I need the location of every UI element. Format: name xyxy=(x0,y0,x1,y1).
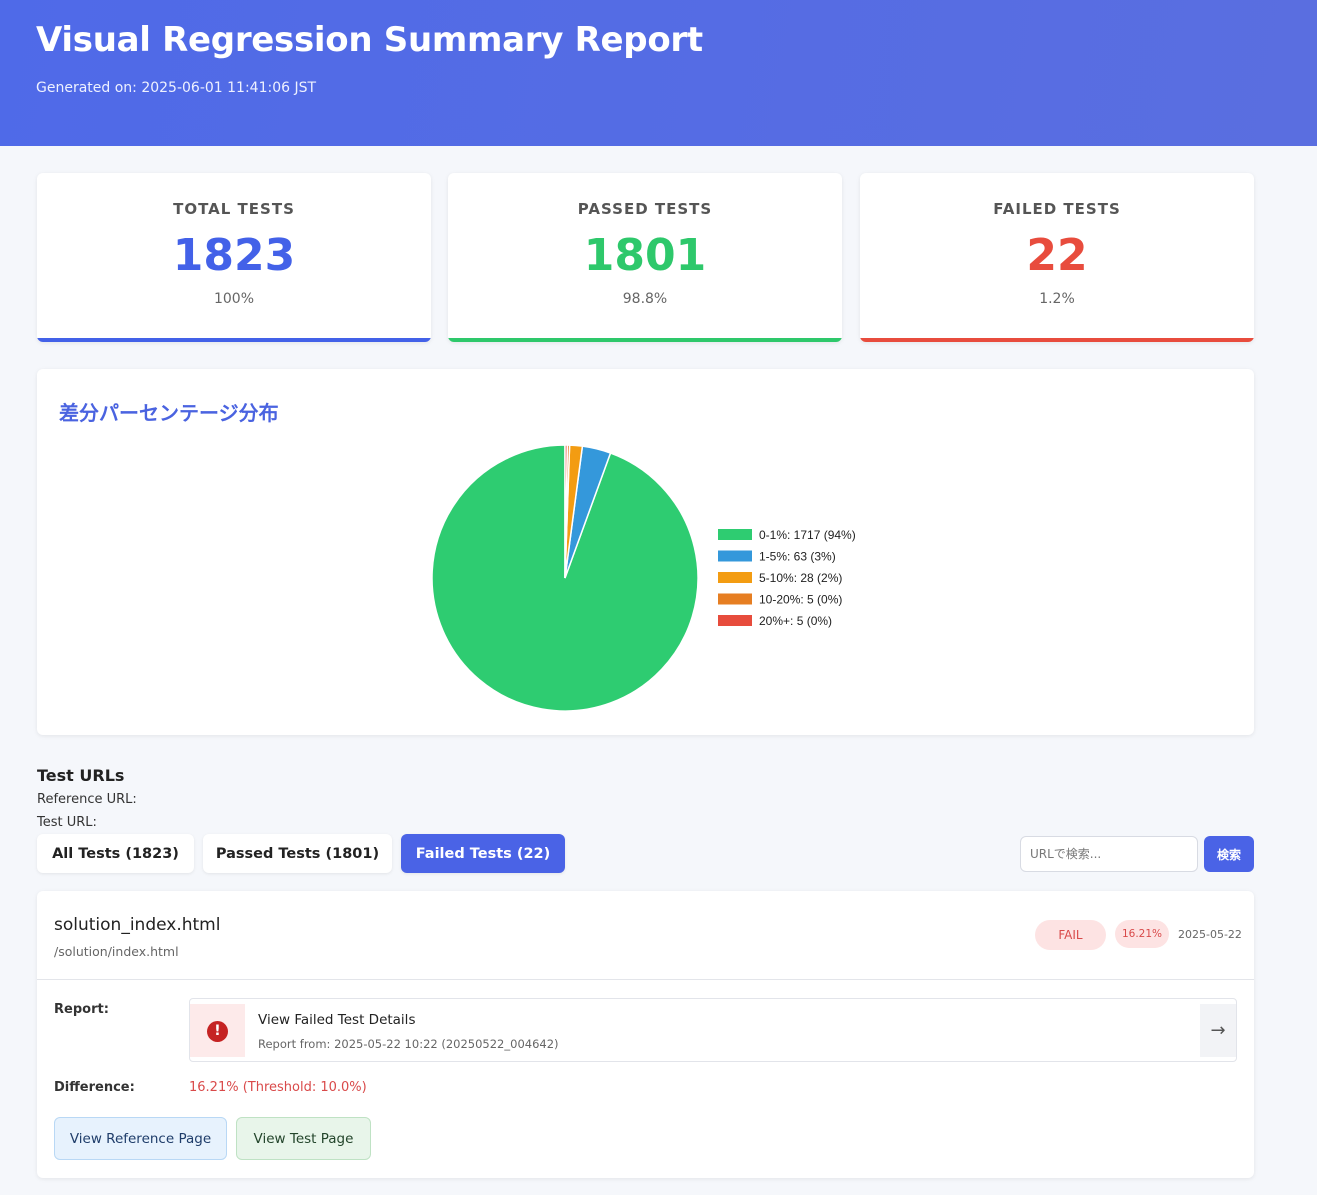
card-accent-bar xyxy=(860,338,1254,342)
legend-label: 1-5%: 63 (3%) xyxy=(759,550,836,564)
card-label: TOTAL TESTS xyxy=(173,200,295,218)
total-tests-card: TOTAL TESTS 1823 100% xyxy=(37,173,431,342)
view-reference-page-button[interactable]: View Reference Page xyxy=(54,1117,227,1160)
reference-url-label: Reference URL: xyxy=(37,792,137,807)
legend-label: 0-1%: 1717 (94%) xyxy=(759,528,856,542)
difference-value: 16.21% (Threshold: 10.0%) xyxy=(189,1080,367,1095)
legend-label: 20%+: 5 (0%) xyxy=(759,614,832,628)
search-button[interactable]: 検索 xyxy=(1204,836,1254,872)
tab-all-tests[interactable]: All Tests (1823) xyxy=(37,834,194,873)
card-accent-bar xyxy=(448,338,842,342)
status-badge: FAIL xyxy=(1035,920,1106,950)
test-urls-title: Test URLs xyxy=(37,766,125,785)
card-value: 22 xyxy=(1026,230,1088,281)
legend-swatch xyxy=(718,593,752,605)
test-url-label: Test URL: xyxy=(37,815,97,830)
card-accent-bar xyxy=(37,338,431,342)
card-percent: 1.2% xyxy=(1039,291,1075,307)
legend-swatch xyxy=(718,550,752,562)
divider xyxy=(37,979,1254,980)
legend-label: 10-20%: 5 (0%) xyxy=(759,593,842,607)
generated-timestamp: Generated on: 2025-06-01 11:41:06 JST xyxy=(36,80,317,96)
legend-swatch xyxy=(718,615,752,626)
card-label: PASSED TESTS xyxy=(577,200,713,218)
diff-badge: 16.21% xyxy=(1115,920,1169,948)
result-name: solution_index.html xyxy=(54,915,221,935)
test-result-card: solution_index.html /solution/index.html… xyxy=(37,891,1254,1178)
tab-failed-tests[interactable]: Failed Tests (22) xyxy=(401,834,565,873)
failed-tests-card: FAILED TESTS 22 1.2% xyxy=(860,173,1254,342)
view-failed-details-link[interactable]: ! View Failed Test Details Report from: … xyxy=(189,998,1237,1062)
alert-circle-icon: ! xyxy=(190,1004,245,1057)
pie-chart: 0-1%: 1717 (94%) 1-5%: 63 (3%) 5-10%: 28 (… xyxy=(431,444,856,712)
card-percent: 100% xyxy=(213,291,255,307)
arrow-right-icon: → xyxy=(1200,1004,1236,1057)
legend-swatch xyxy=(718,572,752,583)
card-percent: 98.8% xyxy=(622,291,668,307)
url-search-input[interactable] xyxy=(1020,836,1198,872)
diff-distribution-panel: 差分パーセンテージ分布 0-1%: 1717 (94%) 1-5%: 63 (3%… xyxy=(37,369,1254,735)
tab-passed-tests[interactable]: Passed Tests (1801) xyxy=(203,834,392,873)
passed-tests-card: PASSED TESTS 1801 98.8% xyxy=(448,173,842,342)
legend-swatch xyxy=(718,529,752,540)
report-link-title: View Failed Test Details xyxy=(258,1012,416,1028)
card-label: FAILED TESTS xyxy=(993,200,1121,218)
report-link-subtitle: Report from: 2025-05-22 10:22 (20250522_… xyxy=(258,1037,559,1051)
page-title: Visual Regression Summary Report xyxy=(36,20,703,60)
view-test-page-button[interactable]: View Test Page xyxy=(236,1117,371,1160)
card-value: 1823 xyxy=(172,230,296,281)
result-date: 2025-05-22 xyxy=(1178,928,1242,941)
report-label: Report: xyxy=(54,1002,109,1017)
card-value: 1801 xyxy=(583,230,707,281)
result-path: /solution/index.html xyxy=(54,944,179,959)
difference-label: Difference: xyxy=(54,1080,135,1095)
report-header: Visual Regression Summary Report Generat… xyxy=(0,0,1317,146)
legend-label: 5-10%: 28 (2%) xyxy=(759,571,842,585)
